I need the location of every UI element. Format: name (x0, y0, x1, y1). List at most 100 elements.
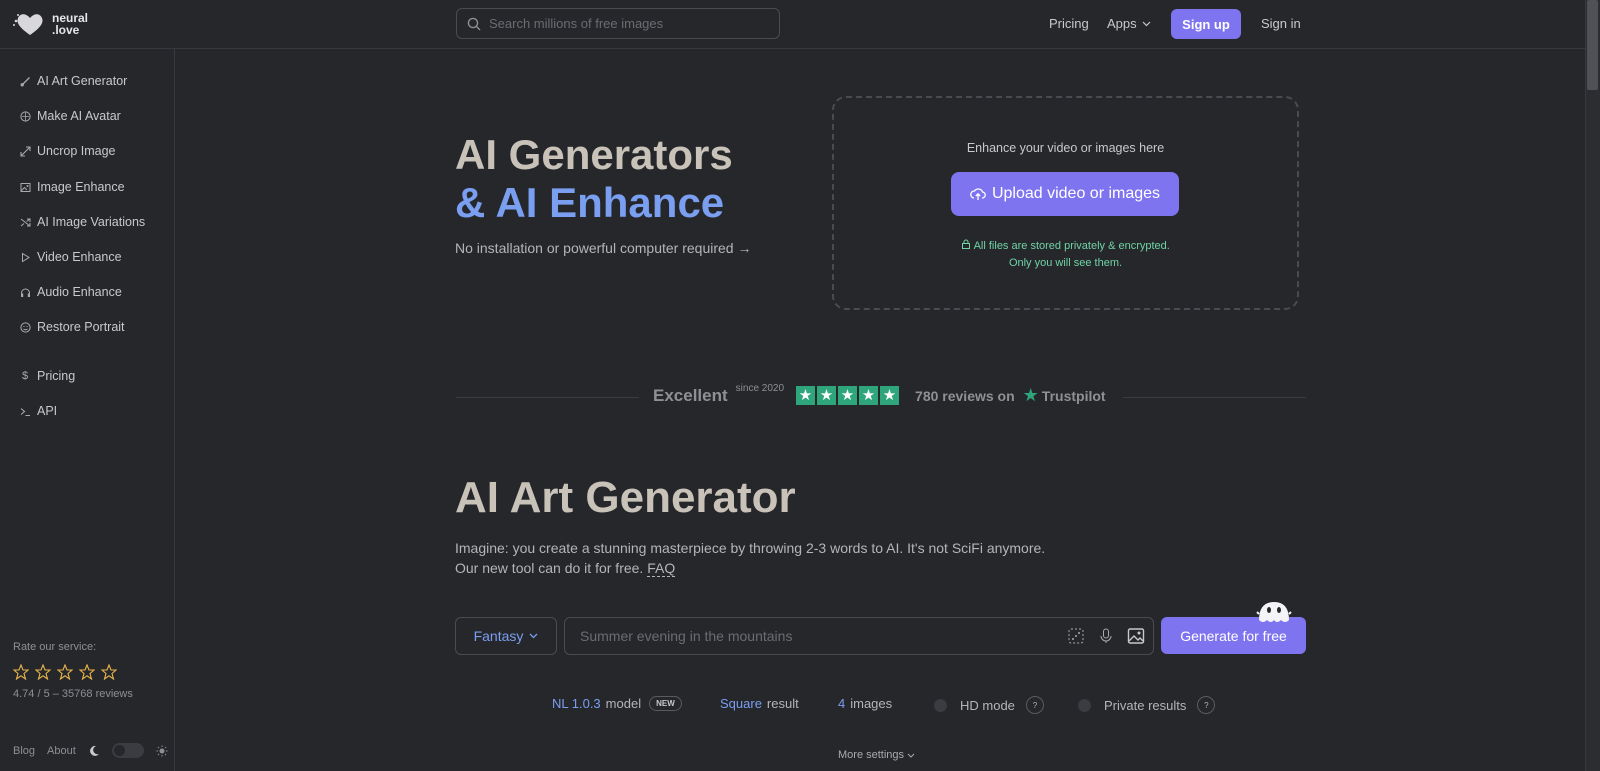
model-value: NL 1.0.3 (552, 696, 601, 711)
prompt-input[interactable] (580, 628, 1060, 644)
brush-icon (19, 75, 31, 87)
sidebar-item-uncrop-image[interactable]: Uncrop Image (19, 144, 116, 158)
sidebar-item-make-ai-avatar[interactable]: Make AI Avatar (19, 109, 121, 123)
rating-meta: 4.74 / 5 – 35768 reviews (13, 688, 133, 700)
model-suffix: model (605, 696, 642, 711)
microphone-icon[interactable] (1097, 627, 1115, 645)
dollar-icon: $ (21, 370, 29, 382)
hero-subtitle-text: No installation or powerful computer req… (455, 240, 734, 256)
sidebar-item-api[interactable]: API (19, 404, 57, 418)
art-generator-title: AI Art Generator (455, 473, 796, 522)
prompt-box[interactable] (564, 617, 1154, 655)
lock-icon (961, 239, 971, 252)
sidebar-item-image-enhance[interactable]: Image Enhance (19, 180, 125, 194)
face-icon (19, 321, 31, 333)
trust-since: since 2020 (735, 383, 785, 394)
hero-title-accent: & AI Enhance (455, 179, 725, 226)
upload-button[interactable]: Upload video or images (951, 172, 1179, 216)
upload-button-label: Upload video or images (991, 185, 1161, 202)
sidebar-item-label: AI Art Generator (37, 74, 128, 88)
star-outline-icon[interactable] (79, 664, 95, 680)
sun-icon (156, 745, 168, 756)
rating-stars (13, 664, 117, 680)
chevron-down-icon (1142, 21, 1151, 26)
top-bar: neural .love Pricing Apps Sign up Sign i… (0, 0, 1585, 49)
star-icon: ★ (880, 386, 900, 405)
aspect-option[interactable]: Square result (720, 696, 799, 711)
signup-button[interactable]: Sign up (1171, 9, 1241, 39)
style-select[interactable]: Fantasy (455, 617, 557, 655)
star-icon: ★ (838, 386, 858, 405)
search-input[interactable] (489, 16, 759, 31)
aspect-suffix: result (766, 696, 799, 711)
aspect-value: Square (720, 696, 762, 711)
hd-mode-option[interactable]: HD mode ? (934, 696, 1044, 714)
star-outline-icon[interactable] (35, 664, 51, 680)
sidebar-item-ai-image-variations[interactable]: AI Image Variations (19, 215, 145, 229)
nav-apps[interactable]: Apps (1107, 8, 1151, 39)
image-icon (19, 181, 31, 193)
privacy-line2: Only you will see them. (1008, 257, 1123, 269)
private-radio[interactable] (1078, 698, 1091, 712)
sidebar-item-audio-enhance[interactable]: Audio Enhance (19, 285, 122, 299)
expand-icon (19, 145, 31, 157)
trust-excellent: Excellent (653, 385, 728, 405)
avatar-icon (19, 110, 31, 122)
chevron-down-icon (529, 633, 538, 639)
private-option[interactable]: Private results ? (1078, 696, 1216, 714)
arrow-right-icon: → (737, 240, 752, 256)
random-dice-icon[interactable] (1067, 627, 1085, 645)
hd-mode-radio[interactable] (934, 698, 947, 712)
scrollbar-thumb[interactable] (1587, 0, 1598, 90)
nav-pricing[interactable]: Pricing (1049, 8, 1089, 39)
star-icon: ★ (817, 386, 837, 405)
trustpilot-star-icon: ★ (1022, 385, 1039, 405)
star-outline-icon[interactable] (57, 664, 73, 680)
signin-link[interactable]: Sign in (1261, 8, 1301, 39)
more-settings-label: More settings (838, 749, 905, 761)
sidebar-item-label: Make AI Avatar (37, 109, 121, 123)
sidebar-item-label: API (37, 404, 58, 418)
sidebar-footer: Blog About (13, 743, 168, 758)
hero-subtitle[interactable]: No installation or powerful computer req… (455, 240, 751, 256)
count-suffix: images (850, 696, 893, 711)
count-option[interactable]: 4 images (838, 696, 892, 711)
terminal-icon (19, 405, 31, 417)
privacy-note: All files are stored privately & encrypt… (834, 238, 1297, 272)
upload-dropzone[interactable]: Enhance your video or images here Upload… (832, 96, 1299, 310)
image-upload-icon[interactable] (1127, 627, 1145, 645)
sidebar: AI Art Generator Make AI Avatar Uncrop I… (0, 49, 175, 771)
trust-reviews: 780 reviews on (915, 387, 1015, 404)
blog-link[interactable]: Blog (13, 745, 35, 757)
trustpilot-brand: ★ Trustpilot (1023, 385, 1106, 406)
sidebar-item-restore-portrait[interactable]: Restore Portrait (19, 320, 125, 334)
sidebar-item-label: AI Image Variations (37, 215, 146, 229)
star-outline-icon[interactable] (101, 664, 117, 680)
logo-text-line2: .love (52, 23, 80, 37)
help-icon[interactable]: ? (1197, 696, 1216, 714)
logo[interactable]: neural .love (12, 11, 88, 37)
more-settings[interactable]: More settings (838, 749, 915, 761)
shuffle-icon (19, 216, 31, 228)
model-option[interactable]: NL 1.0.3 model NEW (552, 696, 682, 711)
search-icon (467, 17, 481, 30)
search-box[interactable] (456, 8, 780, 39)
sidebar-item-label: Image Enhance (37, 180, 125, 194)
sidebar-item-pricing[interactable]: $ Pricing (19, 369, 75, 383)
sidebar-item-video-enhance[interactable]: Video Enhance (19, 250, 122, 264)
art-generator-description: Imagine: you create a stunning masterpie… (455, 538, 1045, 578)
star-outline-icon[interactable] (13, 664, 29, 680)
about-link[interactable]: About (47, 745, 76, 757)
trustpilot-rating[interactable]: Excellent since 2020 ★ ★ ★ ★ ★ 780 revie… (653, 383, 1106, 406)
sidebar-item-label: Restore Portrait (37, 320, 125, 334)
scrollbar[interactable] (1585, 0, 1600, 771)
rate-label: Rate our service: (13, 641, 97, 653)
cloud-upload-icon (970, 188, 986, 200)
theme-toggle[interactable] (111, 743, 144, 758)
help-icon[interactable]: ? (1025, 696, 1044, 714)
divider (456, 397, 639, 398)
play-icon (19, 251, 31, 263)
sidebar-item-label: Video Enhance (37, 250, 122, 264)
sidebar-item-ai-art-generator[interactable]: AI Art Generator (19, 74, 127, 88)
faq-link[interactable]: FAQ (647, 560, 676, 577)
